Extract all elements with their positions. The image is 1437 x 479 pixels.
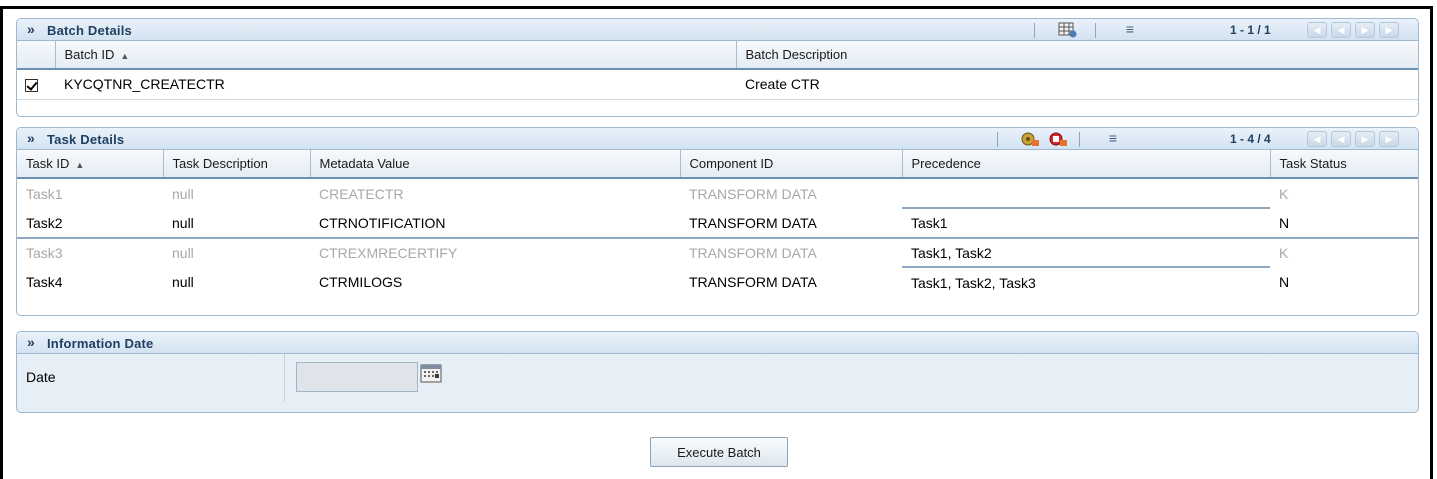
column-header-precedence[interactable]: Precedence — [902, 150, 1271, 179]
cell-metadata-value: CTRNOTIFICATION — [319, 214, 446, 231]
chevron-double-right-icon[interactable]: » — [27, 130, 35, 146]
execute-batch-button[interactable]: Execute Batch — [650, 437, 788, 467]
information-date-header: » Information Date — [17, 332, 1418, 354]
cell-precedence[interactable]: Task1 — [902, 208, 1270, 238]
cell-task-status: N — [1279, 214, 1290, 231]
cell-task-description: null — [172, 214, 194, 231]
batch-details-panel: » Batch Details ≡ 1 - 1 / 1 ◀ ◀ ▶ ▶ Batc… — [16, 18, 1419, 117]
toolbar-separator — [1034, 23, 1035, 38]
batch-details-title: Batch Details — [47, 23, 132, 38]
first-page-icon[interactable]: ◀ — [1307, 22, 1327, 38]
sort-ascending-icon[interactable]: ▲ — [120, 51, 129, 61]
row-checkbox[interactable] — [17, 69, 55, 100]
cell-task-id: Task3 — [26, 245, 63, 261]
column-header-task-id[interactable]: Task ID ▲ — [17, 150, 164, 179]
information-date-panel: » Information Date Date — [16, 331, 1419, 413]
last-page-icon[interactable]: ▶ — [1379, 131, 1399, 147]
cell-component-id: TRANSFORM DATA — [689, 245, 817, 261]
toolbar-separator — [1079, 132, 1080, 147]
table-row[interactable]: Task1 null CREATECTR TRANSFORM DATA K — [17, 178, 1418, 209]
calendar-icon[interactable] — [420, 363, 442, 383]
next-page-icon[interactable]: ▶ — [1355, 22, 1375, 38]
column-header-batch-description[interactable]: Batch Description — [736, 41, 1418, 70]
task-details-header: » Task Details ≡ 1 - 4 / 4 ◀ ◀ ▶ ▶ — [17, 128, 1418, 150]
cell-precedence[interactable]: Task1, Task2, Task3 — [902, 267, 1270, 297]
task-details-title: Task Details — [47, 132, 125, 147]
previous-page-icon[interactable]: ◀ — [1331, 22, 1351, 38]
cell-task-id: Task4 — [26, 274, 63, 290]
cell-metadata-value: CREATECTR — [319, 185, 404, 202]
first-page-icon[interactable]: ◀ — [1307, 131, 1327, 147]
chevron-double-right-icon[interactable]: » — [27, 21, 35, 37]
cell-task-status: K — [1279, 185, 1289, 202]
field-divider — [284, 354, 285, 402]
date-row: Date — [17, 354, 1418, 402]
cell-task-id: Task1 — [26, 185, 63, 202]
table-row[interactable]: KYCQTNR_CREATECTR Create CTR — [17, 69, 1418, 100]
column-header-component-id[interactable]: Component ID — [680, 150, 903, 179]
table-view-icon[interactable] — [1058, 22, 1078, 38]
menu-lines-icon[interactable]: ≡ — [1123, 21, 1137, 37]
stop-icon[interactable] — [1048, 131, 1068, 147]
column-label: Task ID — [26, 156, 70, 171]
task-table-header: Task ID ▲ Task Description Metadata Value… — [17, 150, 1418, 179]
batch-table: Batch ID ▲ Batch Description KYCQTNR_CREA… — [17, 41, 1418, 100]
cell-task-status: N — [1279, 274, 1290, 290]
column-header-metadata-value[interactable]: Metadata Value — [310, 150, 681, 179]
checkbox-checked[interactable] — [25, 78, 38, 92]
column-header-batch-id[interactable]: Batch ID ▲ — [55, 41, 737, 70]
column-label: Batch ID — [64, 47, 115, 62]
batch-table-header: Batch ID ▲ Batch Description — [17, 41, 1418, 70]
cell-task-description: null — [172, 245, 194, 261]
task-details-panel: » Task Details ≡ 1 - 4 / 4 ◀ ◀ ▶ ▶ Task … — [16, 127, 1419, 316]
run-icon[interactable] — [1020, 131, 1040, 147]
toolbar-separator — [997, 132, 998, 147]
cell-task-status: K — [1279, 245, 1289, 261]
table-row[interactable]: Task4 null CTRMILOGS TRANSFORM DATA Task… — [17, 267, 1418, 297]
batch-pager: 1 - 1 / 1 — [1230, 23, 1271, 37]
next-page-icon[interactable]: ▶ — [1355, 131, 1375, 147]
previous-page-icon[interactable]: ◀ — [1331, 131, 1351, 147]
toolbar-separator — [1095, 23, 1096, 38]
task-pager: 1 - 4 / 4 — [1230, 132, 1271, 146]
sort-ascending-icon[interactable]: ▲ — [75, 160, 84, 170]
column-header-task-status[interactable]: Task Status — [1270, 150, 1418, 179]
date-input[interactable] — [296, 362, 418, 392]
cell-component-id: TRANSFORM DATA — [689, 214, 817, 231]
cell-component-id: TRANSFORM DATA — [689, 274, 817, 290]
table-row[interactable]: Task2 null CTRNOTIFICATION TRANSFORM DAT… — [17, 208, 1418, 238]
menu-lines-icon[interactable]: ≡ — [1106, 130, 1120, 146]
cell-batch-id: KYCQTNR_CREATECTR — [55, 69, 736, 100]
batch-details-header: » Batch Details ≡ 1 - 1 / 1 ◀ ◀ ▶ ▶ — [17, 19, 1418, 41]
cell-precedence[interactable]: Task1, Task2 — [902, 238, 1270, 268]
cell-task-description: null — [172, 185, 194, 202]
last-page-icon[interactable]: ▶ — [1379, 22, 1399, 38]
column-label: Batch Description — [745, 47, 848, 62]
column-header-task-description[interactable]: Task Description — [163, 150, 311, 179]
chevron-double-right-icon[interactable]: » — [27, 334, 35, 350]
cell-task-id: Task2 — [26, 214, 63, 231]
cell-metadata-value: CTRMILOGS — [319, 274, 403, 290]
cell-batch-description: Create CTR — [736, 69, 1418, 100]
cell-metadata-value: CTREXMRECERTIFY — [319, 245, 458, 261]
cell-component-id: TRANSFORM DATA — [689, 185, 817, 202]
table-row[interactable]: Task3 null CTREXMRECERTIFY TRANSFORM DAT… — [17, 238, 1418, 268]
task-table: Task ID ▲ Task Description Metadata Value… — [17, 150, 1418, 297]
select-column-header — [17, 41, 56, 70]
date-label: Date — [26, 369, 56, 385]
cell-task-description: null — [172, 274, 194, 290]
cell-precedence[interactable] — [902, 178, 1270, 209]
information-date-title: Information Date — [47, 336, 154, 351]
